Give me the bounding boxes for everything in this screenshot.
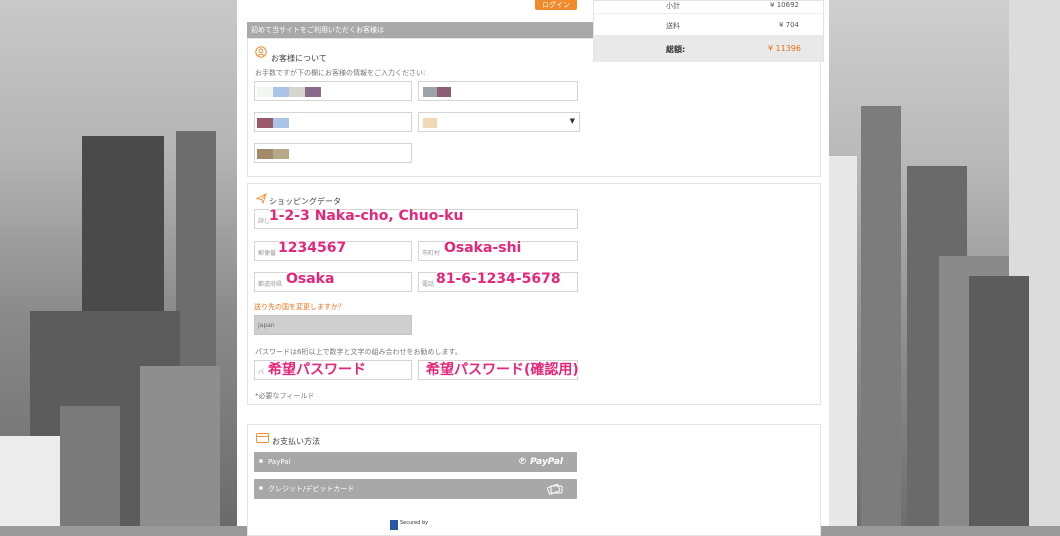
- customer-heading: お客様について: [271, 54, 327, 63]
- payment-panel: お支払い方法 PayPal ℗ PayPal クレジット/デビットカード Sec…: [247, 424, 821, 536]
- background-cityscape-right: [829, 0, 1060, 526]
- order-summary: 小計 ¥ 10692 送料 ¥ 704 総額: ¥ 11396: [593, 0, 824, 62]
- prefecture-value: Osaka: [286, 271, 335, 287]
- first-name-field[interactable]: [254, 81, 412, 101]
- paypal-logo: ℗ PayPal: [517, 457, 563, 467]
- subtotal-row: 小計 ¥ 10692: [594, 0, 823, 14]
- last-name-field[interactable]: [418, 81, 578, 101]
- phone-field[interactable]: [254, 143, 412, 163]
- email-field[interactable]: [254, 112, 412, 132]
- payment-heading: お支払い方法: [272, 437, 320, 446]
- user-icon: [255, 46, 267, 58]
- shipping-panel: ショッピングデータ 詳し 1-2-3 Naka-cho, Chuo-ku 郵便番…: [247, 183, 821, 405]
- password-hint: パスワードは6桁以上で数字と文字の組み合わせをお勧めします。: [255, 348, 462, 356]
- change-country-link[interactable]: 送り先の国を変更しますか？: [254, 302, 345, 312]
- cards-icon: [547, 483, 563, 495]
- shield-icon: [390, 520, 398, 530]
- required-note: *必要なフィールド: [255, 392, 315, 400]
- city-value: Osaka-shi: [444, 240, 522, 256]
- customer-hint: お手数ですが下の欄にお客様の情報をご入力ください:: [255, 69, 426, 77]
- credit-card-icon: [256, 433, 269, 443]
- password-confirm-value: 希望パスワード(確認用): [426, 362, 579, 378]
- background-cityscape-left: [0, 0, 237, 526]
- country-field[interactable]: Japan: [254, 315, 412, 335]
- credit-card-option[interactable]: クレジット/デビットカード: [254, 479, 577, 499]
- paypal-option[interactable]: PayPal ℗ PayPal: [254, 452, 577, 472]
- paper-plane-icon: [256, 193, 267, 204]
- address-value: 1-2-3 Naka-cho, Chuo-ku: [269, 208, 464, 224]
- total-row: 総額: ¥ 11396: [594, 35, 823, 62]
- postal-code-value: 1234567: [278, 240, 347, 256]
- country-code-select[interactable]: ▼: [418, 112, 580, 132]
- checkout-page: ログイン 初めて当サイトをご利用いただくお客様は お客様について お手数ですが下…: [237, 0, 829, 536]
- phone-number-value: 81-6-1234-5678: [436, 271, 561, 287]
- password-value: 希望パスワード: [268, 362, 366, 378]
- shipping-cost-row: 送料 ¥ 704: [666, 21, 799, 30]
- login-button[interactable]: ログイン: [535, 0, 577, 10]
- secured-badge: Secured by: [390, 517, 434, 531]
- shipping-heading: ショッピングデータ: [269, 197, 341, 206]
- paypal-mark-icon: ℗: [517, 457, 527, 467]
- chevron-down-icon: ▼: [569, 117, 575, 125]
